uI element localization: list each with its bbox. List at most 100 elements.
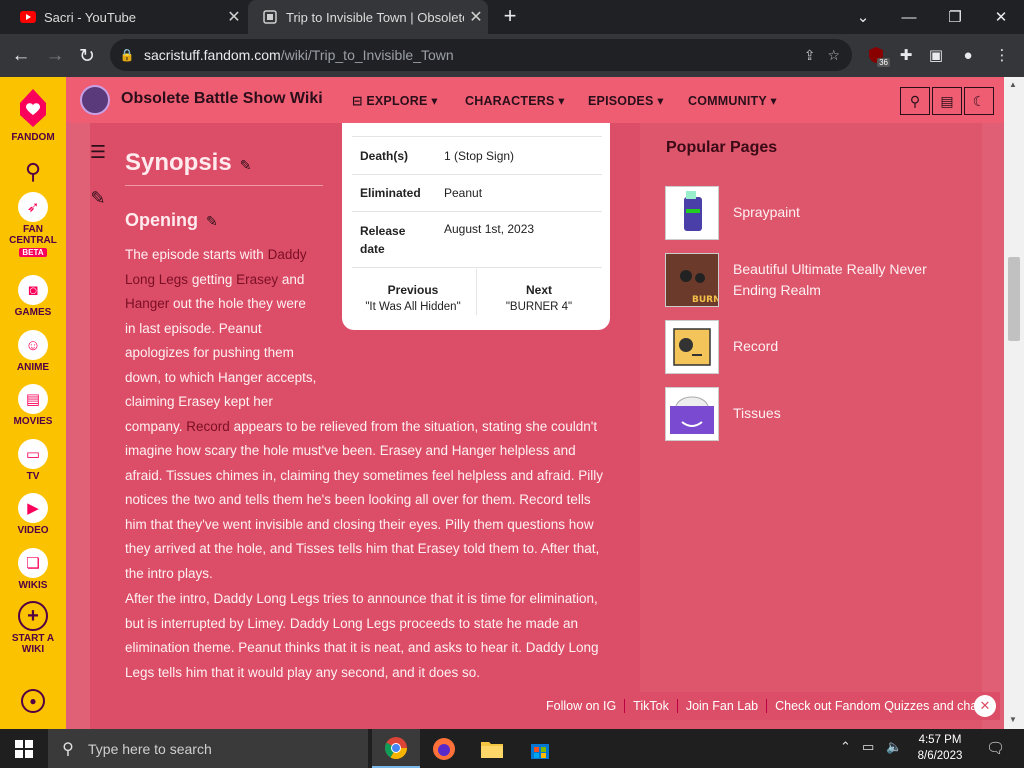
rail-tv[interactable]: ▭ TV bbox=[0, 439, 66, 482]
next-episode-link[interactable]: Next "BURNER 4" bbox=[472, 283, 606, 313]
link-fandom-quizzes[interactable]: Check out Fandom Quizzes and cha bbox=[766, 699, 985, 713]
link-follow-on-ig[interactable]: Follow on IG bbox=[538, 699, 624, 713]
burner-thumbnail: BURN bbox=[665, 253, 721, 307]
link-hanger[interactable]: Hanger bbox=[125, 296, 169, 311]
extension-badge: 36 bbox=[877, 58, 890, 67]
page-scrollbar[interactable]: ▲ ▼ bbox=[1004, 77, 1024, 729]
tab-youtube[interactable]: Sacri - YouTube ✕ bbox=[6, 0, 246, 34]
heading-text: Synopsis bbox=[125, 149, 232, 176]
bookmark-star-icon[interactable]: ☆ bbox=[827, 47, 840, 64]
chevron-up-icon[interactable]: ⌃ bbox=[840, 739, 851, 755]
close-bar-icon[interactable]: ✕ bbox=[974, 695, 996, 717]
volume-icon[interactable]: 🔈 bbox=[886, 739, 902, 755]
section-heading: Synopsis ✎ bbox=[125, 149, 251, 177]
discussions-button[interactable]: ▤ bbox=[932, 87, 962, 115]
close-tab-icon[interactable]: ✕ bbox=[464, 7, 488, 27]
link-erasey[interactable]: Erasey bbox=[236, 272, 278, 287]
rail-games[interactable]: ◙ GAMES bbox=[0, 275, 66, 318]
taskbar-search[interactable]: ⚲ Type here to search bbox=[48, 729, 368, 768]
minimize-icon[interactable]: — bbox=[886, 0, 932, 34]
chrome-taskbar-icon[interactable] bbox=[372, 729, 420, 768]
nav-characters[interactable]: CHARACTERS ▾ bbox=[465, 93, 565, 108]
rail-search[interactable]: ⚲ bbox=[0, 159, 66, 185]
nav-label: Previous bbox=[387, 283, 439, 297]
wiki-search-button[interactable]: ⚲ bbox=[900, 87, 930, 115]
text: and bbox=[278, 271, 305, 287]
tab-fandom-page[interactable]: Trip to Invisible Town | Obsolete Battle… bbox=[248, 0, 488, 34]
wiki-logo[interactable] bbox=[80, 85, 110, 115]
search-icon: ⚲ bbox=[62, 740, 74, 758]
close-tab-icon[interactable]: ✕ bbox=[222, 7, 246, 27]
edit-pencil-icon[interactable]: ✎ bbox=[86, 188, 110, 212]
rail-wikis[interactable]: ❏ WIKIS bbox=[0, 548, 66, 591]
address-bar[interactable]: 🔒 sacristuff.fandom.com /wiki/Trip_to_In… bbox=[110, 39, 852, 71]
menu-kebab-icon[interactable]: ⋮ bbox=[988, 41, 1016, 69]
notifications-icon[interactable]: 🗨 bbox=[986, 739, 1005, 757]
previous-episode-link[interactable]: Previous "It Was All Hidden" bbox=[346, 283, 480, 313]
taskbar-clock[interactable]: 4:57 PM 8/6/2023 bbox=[908, 732, 972, 764]
share-icon[interactable]: ⇪ bbox=[804, 47, 816, 64]
movies-icon: ▤ bbox=[18, 384, 48, 414]
infobox-row: Release date August 1st, 2023 bbox=[352, 212, 602, 268]
close-window-icon[interactable]: ✕ bbox=[978, 0, 1024, 34]
fandom-brand-label: FANDOM bbox=[11, 132, 55, 143]
chevron-down-icon: ▾ bbox=[657, 94, 664, 108]
rail-video[interactable]: ▶ VIDEO bbox=[0, 493, 66, 536]
rail-movies[interactable]: ▤ MOVIES bbox=[0, 384, 66, 427]
edit-section-icon[interactable]: ✎ bbox=[206, 213, 218, 229]
popular-page-item[interactable]: Tissues bbox=[665, 387, 985, 441]
wiki-page: Obsolete Battle Show Wiki ⊟ EXPLORE ▾ CH… bbox=[66, 77, 1024, 729]
link-tiktok[interactable]: TikTok bbox=[624, 699, 677, 713]
popular-page-item[interactable]: Spraypaint bbox=[665, 186, 985, 240]
windows-start-icon[interactable] bbox=[0, 729, 48, 768]
side-panel-icon[interactable]: ▣ bbox=[922, 41, 950, 69]
forward-icon[interactable]: → bbox=[40, 41, 70, 71]
youtube-icon bbox=[20, 9, 36, 25]
network-icon[interactable]: ▭ bbox=[862, 739, 874, 755]
store-taskbar-icon[interactable] bbox=[516, 729, 564, 768]
nav-value: "It Was All Hidden" bbox=[365, 301, 461, 313]
scroll-up-icon[interactable]: ▲ bbox=[1009, 80, 1017, 89]
tab-search-chevron-icon[interactable]: ⌄ bbox=[840, 0, 886, 34]
link-record[interactable]: Record bbox=[186, 419, 230, 434]
new-tab-icon[interactable]: + bbox=[498, 5, 522, 29]
edit-section-icon[interactable]: ✎ bbox=[240, 157, 252, 173]
rail-anime[interactable]: ☺ ANIME bbox=[0, 330, 66, 373]
rail-user-account[interactable]: ● bbox=[0, 689, 66, 715]
nav-community[interactable]: COMMUNITY ▾ bbox=[688, 93, 777, 108]
ublock-extension-icon[interactable]: 36 bbox=[862, 41, 890, 69]
extensions-puzzle-icon[interactable]: ✚ bbox=[892, 41, 920, 69]
record-thumbnail bbox=[665, 320, 719, 374]
nav-episodes[interactable]: EPISODES ▾ bbox=[588, 93, 664, 108]
restore-icon[interactable]: ❐ bbox=[932, 0, 978, 34]
popular-page-item[interactable]: Record bbox=[665, 320, 985, 374]
link-join-fan-lab[interactable]: Join Fan Lab bbox=[676, 699, 766, 713]
table-of-contents-icon[interactable]: ☰ bbox=[86, 142, 110, 166]
file-explorer-taskbar-icon[interactable] bbox=[468, 729, 516, 768]
fandom-logo[interactable]: FANDOM bbox=[0, 85, 66, 143]
lock-icon: 🔒 bbox=[119, 48, 135, 62]
rail-label: ANIME bbox=[16, 362, 50, 373]
rail-start-a-wiki[interactable]: + START A WIKI bbox=[0, 601, 66, 655]
firefox-taskbar-icon[interactable] bbox=[420, 729, 468, 768]
back-icon[interactable]: ← bbox=[6, 41, 36, 71]
nav-label: COMMUNITY bbox=[688, 94, 767, 108]
infobox-row: Death(s) 1 (Stop Sign) bbox=[352, 137, 602, 175]
rail-fan-central[interactable]: ➶ FAN CENTRAL BETA bbox=[0, 192, 66, 258]
text: out the hole they were in last episode. … bbox=[125, 296, 317, 434]
text: getting bbox=[188, 271, 237, 287]
scroll-down-icon[interactable]: ▼ bbox=[1009, 715, 1017, 724]
profile-icon[interactable]: ● bbox=[954, 41, 982, 69]
reload-icon[interactable]: ↻ bbox=[72, 41, 102, 71]
theme-toggle-button[interactable]: ☾ bbox=[964, 87, 994, 115]
rail-label: FAN CENTRAL bbox=[9, 224, 57, 246]
wiki-name[interactable]: Obsolete Battle Show Wiki bbox=[121, 90, 323, 108]
rail-label: MOVIES bbox=[13, 416, 53, 427]
scrollbar-thumb[interactable] bbox=[1008, 257, 1020, 341]
fan-central-icon: ➶ bbox=[18, 192, 48, 222]
article-paragraph: After the intro, Daddy Long Legs tries t… bbox=[125, 591, 599, 680]
search-placeholder: Type here to search bbox=[88, 740, 212, 757]
svg-text:BURN: BURN bbox=[692, 295, 718, 305]
nav-explore[interactable]: ⊟ EXPLORE ▾ bbox=[352, 93, 438, 108]
popular-page-item[interactable]: BURN Beautiful Ultimate Really Never End… bbox=[665, 253, 985, 307]
